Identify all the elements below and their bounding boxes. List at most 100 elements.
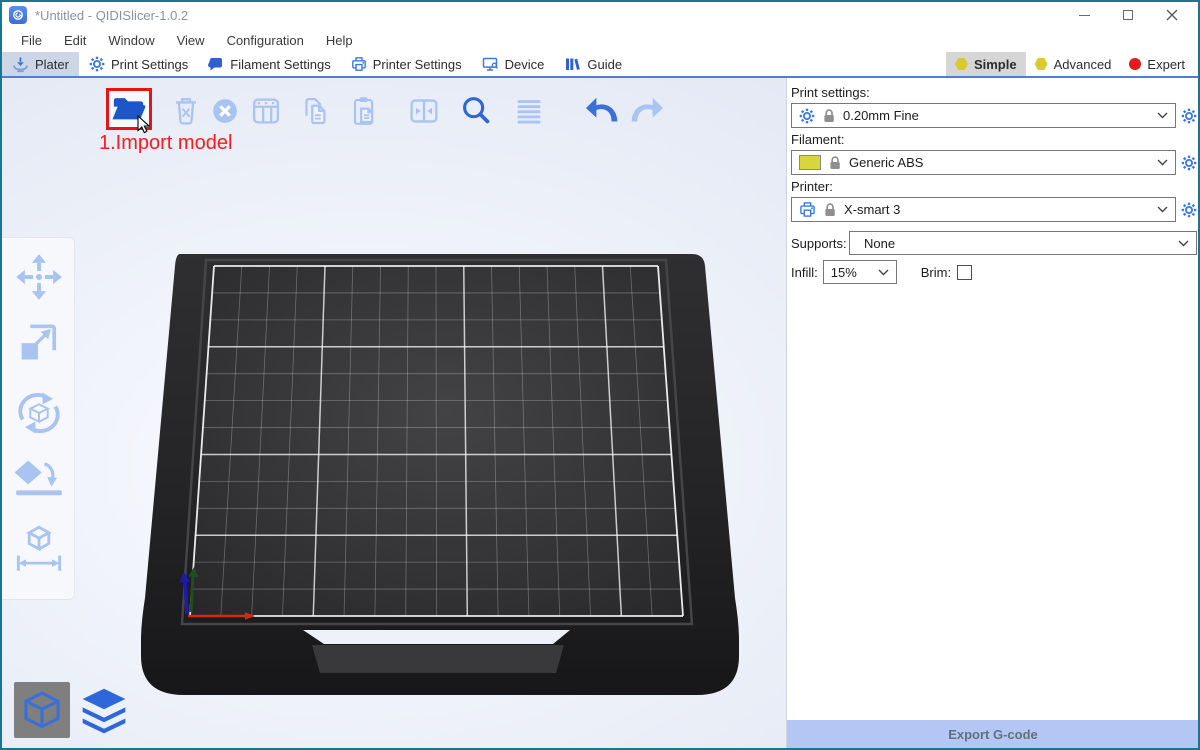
- search-button[interactable]: [456, 92, 496, 130]
- undo-button[interactable]: [584, 92, 624, 130]
- mode-expert[interactable]: Expert: [1120, 52, 1194, 76]
- infill-combo[interactable]: 15%: [823, 260, 897, 284]
- supports-value: None: [857, 236, 1170, 251]
- preview-view-button[interactable]: [76, 684, 132, 740]
- preview-layers-icon: [78, 686, 130, 738]
- variable-layer-height-button[interactable]: [509, 92, 549, 130]
- tab-filament-settings[interactable]: Filament Settings: [198, 52, 340, 76]
- undo-icon: [584, 92, 624, 130]
- move-tool-button[interactable]: [14, 252, 64, 302]
- title-bar: *Untitled - QIDISlicer-1.0.2: [2, 2, 1198, 28]
- tab-device[interactable]: Device: [472, 52, 555, 76]
- tab-label: Guide: [587, 57, 622, 72]
- side-tool-panel: [2, 237, 75, 600]
- split-objects-button[interactable]: [404, 92, 444, 130]
- tab-print-settings[interactable]: Print Settings: [79, 52, 198, 76]
- infill-label: Infill:: [791, 265, 818, 280]
- preset-gear-icon: [799, 108, 815, 124]
- printer-edit-button[interactable]: [1181, 202, 1197, 218]
- menu-view[interactable]: View: [166, 28, 216, 52]
- print-settings-label: Print settings:: [791, 85, 1197, 100]
- tab-label: Device: [505, 57, 545, 72]
- filament-value: Generic ABS: [849, 155, 1149, 170]
- menu-configuration[interactable]: Configuration: [216, 28, 315, 52]
- menu-edit[interactable]: Edit: [53, 28, 97, 52]
- expert-mode-icon: [1129, 58, 1141, 70]
- measure-tool-button[interactable]: [14, 524, 64, 574]
- app-logo-icon: [9, 6, 27, 24]
- print-settings-value: 0.20mm Fine: [843, 108, 1149, 123]
- mode-simple[interactable]: Simple: [946, 52, 1026, 76]
- gear-icon: [1181, 108, 1197, 124]
- paste-icon: [344, 92, 384, 130]
- chevron-down-icon: [1157, 159, 1168, 166]
- maximize-button[interactable]: [1106, 2, 1150, 28]
- search-icon: [456, 92, 496, 130]
- menu-help[interactable]: Help: [315, 28, 364, 52]
- tab-label: Printer Settings: [373, 57, 462, 72]
- delete-button[interactable]: [166, 92, 206, 130]
- build-plate-3d-view[interactable]: [2, 78, 786, 748]
- import-highlight-box: [106, 88, 152, 130]
- print-settings-edit-button[interactable]: [1181, 108, 1197, 124]
- tab-plater[interactable]: Plater: [2, 52, 79, 76]
- redo-icon: [625, 92, 665, 130]
- maximize-icon: [1123, 10, 1133, 20]
- arrange-button[interactable]: [246, 92, 286, 130]
- scale-tool-button[interactable]: [14, 316, 64, 366]
- printer-icon: [799, 201, 816, 218]
- printer-combo[interactable]: X-smart 3: [791, 197, 1176, 222]
- split-objects-icon: [404, 92, 444, 130]
- menu-bar: File Edit Window View Configuration Help: [2, 28, 1198, 52]
- printer-label: Printer:: [791, 179, 1197, 194]
- menu-window[interactable]: Window: [97, 28, 165, 52]
- gear-icon: [1181, 155, 1197, 171]
- import-model-annotation: 1.Import model: [99, 132, 232, 155]
- rotate-icon: [14, 388, 64, 438]
- copy-button[interactable]: [291, 92, 341, 130]
- print-settings-combo[interactable]: 0.20mm Fine: [791, 103, 1176, 128]
- guide-icon: [564, 56, 581, 72]
- editor-view-button[interactable]: [14, 682, 70, 738]
- mode-label: Expert: [1147, 57, 1185, 72]
- y-axis-arrow: [191, 574, 193, 612]
- build-plate: [141, 254, 739, 695]
- mode-switcher: Simple Advanced Expert: [946, 52, 1198, 76]
- printer-settings-icon: [351, 56, 367, 72]
- filament-edit-button[interactable]: [1181, 155, 1197, 171]
- filament-combo[interactable]: Generic ABS: [791, 150, 1176, 175]
- window-title: *Untitled - QIDISlicer-1.0.2: [35, 8, 188, 23]
- delete-all-icon: [205, 92, 245, 130]
- lock-icon: [829, 155, 841, 170]
- tab-printer-settings[interactable]: Printer Settings: [341, 52, 472, 76]
- window-controls: [1062, 2, 1194, 28]
- place-on-face-tool-button[interactable]: [14, 454, 64, 504]
- mode-label: Advanced: [1054, 57, 1112, 72]
- menu-file[interactable]: File: [10, 28, 53, 52]
- delete-all-button[interactable]: [205, 92, 245, 130]
- supports-combo[interactable]: None: [849, 231, 1197, 255]
- close-icon: [1166, 9, 1178, 21]
- tab-label: Print Settings: [111, 57, 188, 72]
- close-button[interactable]: [1150, 2, 1194, 28]
- scale-icon: [14, 316, 64, 366]
- filament-settings-icon: [208, 56, 224, 72]
- lock-icon: [823, 108, 835, 123]
- app-window: *Untitled - QIDISlicer-1.0.2 File Edit W…: [0, 0, 1200, 750]
- bed-handle-cutout: [303, 630, 570, 644]
- gear-icon: [1181, 202, 1197, 218]
- tab-label: Filament Settings: [230, 57, 330, 72]
- tab-guide[interactable]: Guide: [554, 52, 632, 76]
- mode-advanced[interactable]: Advanced: [1026, 52, 1121, 76]
- paste-button[interactable]: [344, 92, 384, 130]
- viewport-3d[interactable]: 1.Import model: [2, 78, 786, 748]
- brim-checkbox[interactable]: [957, 265, 972, 280]
- settings-panel: Print settings: 0.20mm Fine Filament: Ge…: [786, 78, 1198, 748]
- redo-button[interactable]: [625, 92, 665, 130]
- simple-mode-icon: [955, 58, 968, 70]
- export-gcode-button[interactable]: Export G-code: [787, 720, 1199, 748]
- rotate-tool-button[interactable]: [14, 388, 64, 438]
- minimize-button[interactable]: [1062, 2, 1106, 28]
- mode-label: Simple: [974, 57, 1017, 72]
- filament-color-swatch: [799, 155, 821, 170]
